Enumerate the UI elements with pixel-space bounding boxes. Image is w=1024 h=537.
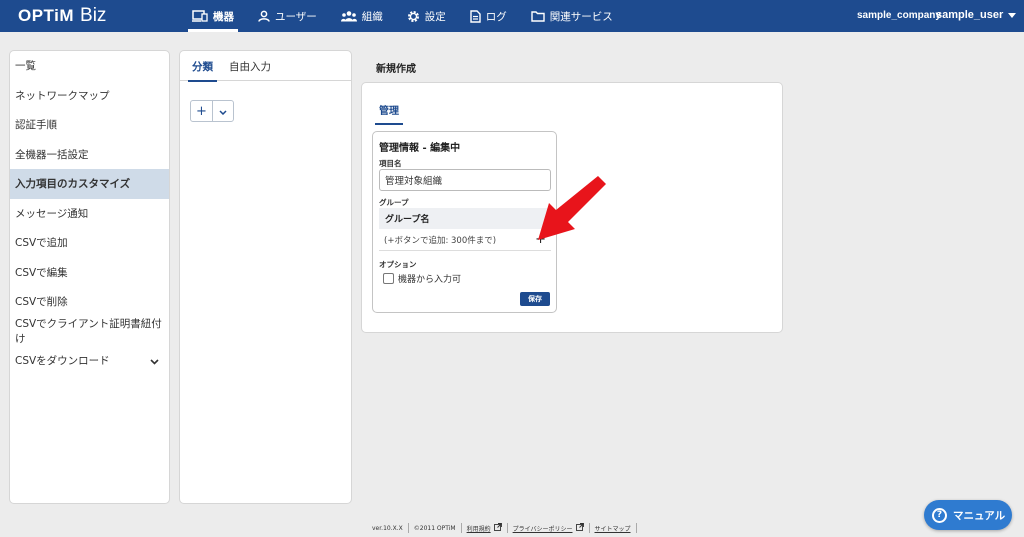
chevron-down-icon xyxy=(150,356,159,368)
sidebar-item-label: CSVでクライアント証明書紐付け xyxy=(15,318,162,346)
sidebar-item-csv-client-cert[interactable]: CSVでクライアント証明書紐付け xyxy=(10,317,169,347)
folder-icon xyxy=(531,10,545,22)
privacy-link[interactable]: プライバシーポリシー xyxy=(513,523,584,533)
footer-divider xyxy=(635,523,637,533)
sidebar-item-label: CSVで削除 xyxy=(15,296,68,309)
version-text: ver.10.X.X xyxy=(372,524,403,532)
nav-related-services[interactable]: 関連サービス xyxy=(519,0,625,32)
sitemap-link[interactable]: サイトマップ xyxy=(595,524,631,533)
footer-divider xyxy=(506,523,508,533)
nav-related-services-label: 関連サービス xyxy=(549,10,613,23)
group-hint: (+ボタンで追加: 300件まで) xyxy=(384,236,497,246)
sidebar-item-label: 入力項目のカスタマイズ xyxy=(15,178,131,191)
tab-management[interactable]: 管理 xyxy=(375,97,403,125)
sidebar-item-list[interactable]: 一覧 xyxy=(10,51,169,81)
sidebar-item-network-map[interactable]: ネットワークマップ xyxy=(10,81,169,111)
edit-card: 管理情報 - 編集中 項目名 グループ グループ名 (+ボタンで追加: 300件… xyxy=(372,131,557,313)
footer-divider xyxy=(407,523,409,533)
card-title: 管理情報 - 編集中 xyxy=(379,143,461,154)
sidebar-item-csv-delete[interactable]: CSVで削除 xyxy=(10,287,169,317)
sidebar-item-bulk-settings[interactable]: 全機器一括設定 xyxy=(10,140,169,170)
nav-logs[interactable]: ログ xyxy=(458,0,519,32)
manual-button-label: マニュアル xyxy=(953,509,1006,522)
document-icon xyxy=(470,9,481,23)
app-logo[interactable]: OPTiM Biz xyxy=(18,5,106,27)
external-link-icon xyxy=(575,523,584,533)
add-button-group: + xyxy=(190,100,234,122)
plus-icon: + xyxy=(196,103,207,119)
add-button[interactable]: + xyxy=(191,101,212,121)
copyright-text: ©2011 OPTiM xyxy=(413,524,456,532)
device-input-option[interactable]: 機器から入力可 xyxy=(383,272,461,285)
footer-divider xyxy=(460,523,462,533)
user-name: sample_user xyxy=(936,9,1004,21)
privacy-link-label: プライバシーポリシー xyxy=(512,525,573,533)
sidebar-item-label: CSVをダウンロード xyxy=(15,355,110,368)
nav-settings[interactable]: 設定 xyxy=(395,0,458,32)
sidebar-item-label: ネットワークマップ xyxy=(15,89,110,102)
sidebar-item-customize-fields[interactable]: 入力項目のカスタマイズ xyxy=(10,169,169,199)
tab-classification[interactable]: 分類 xyxy=(184,51,221,82)
nav-users[interactable]: ユーザー xyxy=(246,0,329,32)
category-tabs: 分類 自由入力 xyxy=(180,51,351,82)
sidebar-item-label: 全機器一括設定 xyxy=(15,148,89,161)
sidebar-item-message-notification[interactable]: メッセージ通知 xyxy=(10,199,169,229)
device-input-label: 機器から入力可 xyxy=(398,275,462,285)
user-icon xyxy=(258,10,270,22)
nav-organization-label: 組織 xyxy=(361,10,383,23)
annotation-arrow-icon xyxy=(538,176,606,240)
nav-logs-label: ログ xyxy=(485,10,507,23)
sidebar-item-label: 一覧 xyxy=(15,60,36,73)
nav-users-label: ユーザー xyxy=(275,10,317,23)
tab-free-input[interactable]: 自由入力 xyxy=(221,51,279,81)
sidebar-item-auth-procedure[interactable]: 認証手順 xyxy=(10,110,169,140)
logo-optim: OPTiM xyxy=(18,6,75,25)
company-name: sample_company xyxy=(857,10,941,21)
device-icon xyxy=(192,10,208,22)
category-panel: 分類 自由入力 + xyxy=(179,50,352,504)
item-name-input[interactable] xyxy=(379,169,551,191)
add-dropdown-button[interactable] xyxy=(211,101,233,121)
page-title: 新規作成 xyxy=(376,64,416,75)
user-menu[interactable]: sample_user xyxy=(936,9,1017,21)
manual-button[interactable]: ? マニュアル xyxy=(924,500,1012,530)
option-label: オプション xyxy=(379,260,417,269)
group-add-row: (+ボタンで追加: 300件まで) + xyxy=(379,230,551,251)
caret-down-icon xyxy=(1008,12,1017,18)
chevron-down-icon xyxy=(219,105,227,118)
save-button[interactable]: 保存 xyxy=(520,292,550,306)
sidebar-item-label: CSVで追加 xyxy=(15,237,68,250)
group-name-header: グループ名 xyxy=(379,208,551,229)
main-nav: 機器 ユーザー 組織 設定 ログ 関連サービス xyxy=(180,0,625,32)
group-icon xyxy=(340,10,357,22)
terms-link[interactable]: 利用規約 xyxy=(467,523,502,533)
sidebar-item-csv-add[interactable]: CSVで追加 xyxy=(10,228,169,258)
gear-icon xyxy=(407,10,420,23)
sidebar-item-csv-edit[interactable]: CSVで編集 xyxy=(10,258,169,288)
device-input-checkbox[interactable] xyxy=(383,273,394,284)
sidebar-item-label: CSVで編集 xyxy=(15,266,68,279)
footer-divider xyxy=(588,523,590,533)
group-label: グループ xyxy=(379,198,409,207)
sidebar-item-label: メッセージ通知 xyxy=(15,207,89,220)
nav-devices[interactable]: 機器 xyxy=(180,0,246,32)
sidebar: 一覧 ネットワークマップ 認証手順 全機器一括設定 入力項目のカスタマイズ メッ… xyxy=(9,50,170,504)
nav-settings-label: 設定 xyxy=(424,10,446,23)
help-icon: ? xyxy=(932,507,947,523)
sidebar-item-csv-download[interactable]: CSVをダウンロード xyxy=(10,346,169,376)
logo-biz: Biz xyxy=(80,5,107,26)
external-link-icon xyxy=(493,523,502,533)
footer: ver.10.X.X ©2011 OPTiM 利用規約 プライバシーポリシー サ… xyxy=(372,523,642,533)
top-bar: OPTiM Biz 機器 ユーザー 組織 設定 ログ 関連サービス sample… xyxy=(0,0,1024,32)
nav-organization[interactable]: 組織 xyxy=(329,0,395,32)
terms-link-label: 利用規約 xyxy=(466,525,491,533)
nav-devices-label: 機器 xyxy=(213,10,234,23)
sidebar-item-label: 認証手順 xyxy=(15,119,57,132)
item-name-label: 項目名 xyxy=(379,159,402,168)
